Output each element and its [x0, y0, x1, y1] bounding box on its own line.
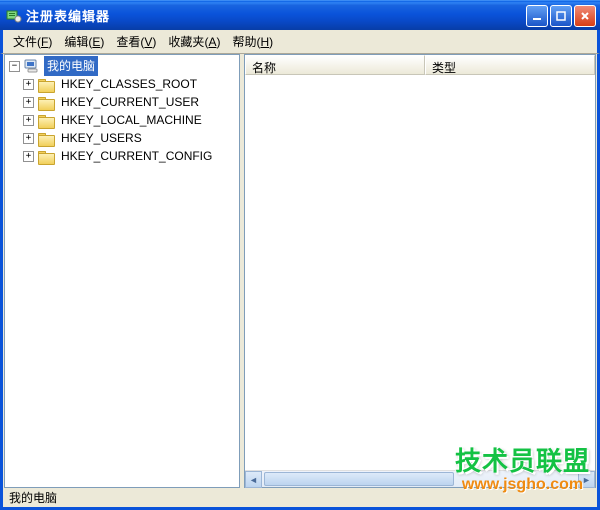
folder-icon [38, 77, 54, 91]
tree-item-label[interactable]: HKEY_CURRENT_USER [58, 92, 202, 112]
folder-icon [38, 113, 54, 127]
menu-view[interactable]: 查看(V) [110, 30, 162, 53]
scroll-right-button[interactable]: ► [578, 471, 595, 488]
tree-root-label[interactable]: 我的电脑 [44, 56, 98, 76]
tree-item-label[interactable]: HKEY_USERS [58, 128, 145, 148]
list-body [245, 75, 595, 470]
status-path: 我的电脑 [9, 489, 57, 506]
menu-bar: 文件(F) 编辑(E) 查看(V) 收藏夹(A) 帮助(H) [0, 30, 600, 54]
tree-item[interactable]: + HKEY_CLASSES_ROOT [7, 75, 239, 93]
list-pane[interactable]: 名称 类型 ◄ ► [244, 54, 596, 488]
column-type[interactable]: 类型 [425, 55, 595, 75]
scroll-thumb[interactable] [264, 472, 454, 486]
expand-collapse-icon[interactable]: − [9, 61, 20, 72]
folder-icon [38, 131, 54, 145]
expand-collapse-icon[interactable]: + [23, 79, 34, 90]
folder-icon [38, 149, 54, 163]
window-title: 注册表编辑器 [26, 6, 526, 25]
horizontal-scrollbar[interactable]: ◄ ► [245, 470, 595, 487]
expand-collapse-icon[interactable]: + [23, 97, 34, 108]
column-name[interactable]: 名称 [245, 55, 425, 75]
client-area: − 我的电脑 + HKEY_CLASSES_ROOT + HKEY_CURREN… [0, 54, 600, 488]
tree-item-label[interactable]: HKEY_CLASSES_ROOT [58, 74, 200, 94]
app-icon [6, 8, 22, 24]
minimize-button[interactable] [526, 5, 548, 27]
window-controls [526, 5, 596, 27]
registry-tree: − 我的电脑 + HKEY_CLASSES_ROOT + HKEY_CURREN… [5, 55, 239, 165]
menu-file[interactable]: 文件(F) [7, 30, 58, 53]
tree-item-label[interactable]: HKEY_CURRENT_CONFIG [58, 146, 215, 166]
status-bar: 我的电脑 [0, 488, 600, 510]
scroll-left-button[interactable]: ◄ [245, 471, 262, 488]
title-bar: 注册表编辑器 [0, 0, 600, 30]
tree-item-label[interactable]: HKEY_LOCAL_MACHINE [58, 110, 205, 130]
maximize-button[interactable] [550, 5, 572, 27]
list-header: 名称 类型 [245, 55, 595, 75]
tree-item[interactable]: + HKEY_CURRENT_USER [7, 93, 239, 111]
menu-favorites[interactable]: 收藏夹(A) [162, 30, 226, 53]
tree-item[interactable]: + HKEY_USERS [7, 129, 239, 147]
expand-collapse-icon[interactable]: + [23, 133, 34, 144]
menu-help[interactable]: 帮助(H) [226, 30, 279, 53]
tree-item[interactable]: + HKEY_CURRENT_CONFIG [7, 147, 239, 165]
menu-edit[interactable]: 编辑(E) [58, 30, 110, 53]
tree-item[interactable]: + HKEY_LOCAL_MACHINE [7, 111, 239, 129]
tree-root-row[interactable]: − 我的电脑 [7, 57, 239, 75]
scroll-track[interactable] [262, 471, 578, 487]
close-button[interactable] [574, 5, 596, 27]
computer-icon [24, 59, 40, 73]
expand-collapse-icon[interactable]: + [23, 151, 34, 162]
tree-pane[interactable]: − 我的电脑 + HKEY_CLASSES_ROOT + HKEY_CURREN… [4, 54, 240, 488]
folder-icon [38, 95, 54, 109]
expand-collapse-icon[interactable]: + [23, 115, 34, 126]
